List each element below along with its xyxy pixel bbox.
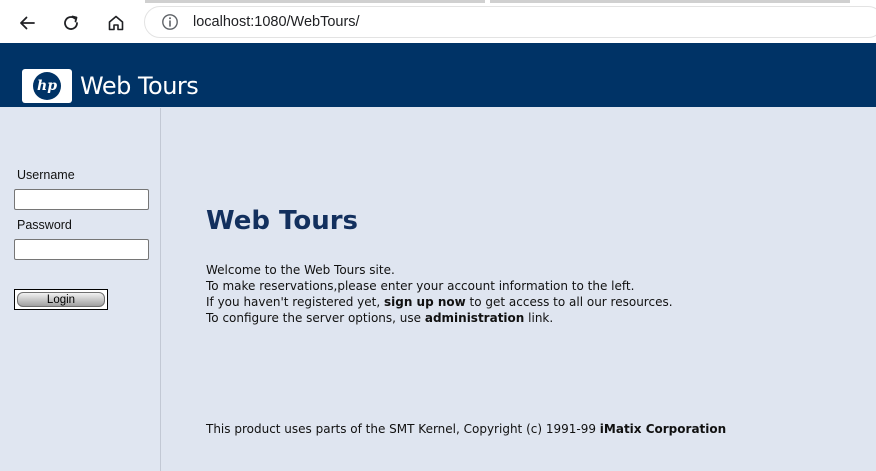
password-label: Password [17, 218, 72, 232]
reload-button[interactable] [57, 9, 85, 37]
admin-line-post: link. [524, 311, 554, 325]
signup-line-post: to get access to all our resources. [465, 295, 673, 309]
tab-edge [490, 0, 850, 3]
hp-logo-icon: hp [22, 69, 72, 103]
signup-line: If you haven't registered yet, sign up n… [206, 295, 673, 309]
home-button[interactable] [102, 9, 130, 37]
sign-up-link[interactable]: sign up now [384, 295, 466, 309]
header-banner: hp Web Tours [0, 43, 876, 107]
site-title: Web Tours [80, 72, 199, 100]
username-input[interactable] [14, 189, 149, 210]
welcome-line: Welcome to the Web Tours site. [206, 263, 395, 277]
web-page: hp Web Tours Username Password Login Web… [0, 43, 876, 471]
browser-toolbar: localhost:1080/WebTours/ [0, 0, 876, 43]
signup-line-pre: If you haven't registered yet, [206, 295, 384, 309]
administration-link[interactable]: administration [425, 311, 525, 325]
address-bar[interactable]: localhost:1080/WebTours/ [144, 6, 876, 38]
hp-logo-text: hp [37, 78, 57, 94]
info-icon[interactable] [161, 13, 179, 31]
home-icon [108, 15, 124, 31]
reload-icon [64, 15, 78, 30]
footer-company: iMatix Corporation [599, 422, 727, 436]
tab-edge [145, 0, 485, 3]
url-text[interactable]: localhost:1080/WebTours/ [193, 14, 360, 30]
back-button[interactable] [13, 9, 41, 37]
footer-text: This product uses parts of the SMT Kerne… [206, 422, 600, 436]
login-button-label: Login [17, 292, 105, 307]
login-button[interactable]: Login [14, 289, 108, 310]
admin-line-pre: To configure the server options, use [206, 311, 425, 325]
back-arrow-icon [20, 16, 35, 30]
password-input[interactable] [14, 239, 149, 260]
page-heading: Web Tours [206, 206, 359, 236]
login-sidebar: Username Password Login [0, 108, 161, 471]
username-label: Username [17, 168, 75, 182]
main-content: Web Tours Welcome to the Web Tours site.… [162, 108, 876, 471]
hp-logo-circle: hp [33, 72, 61, 100]
copyright-footer: This product uses parts of the SMT Kerne… [206, 422, 726, 436]
admin-line: To configure the server options, use adm… [206, 311, 553, 325]
instruction-line: To make reservations,please enter your a… [206, 279, 635, 293]
